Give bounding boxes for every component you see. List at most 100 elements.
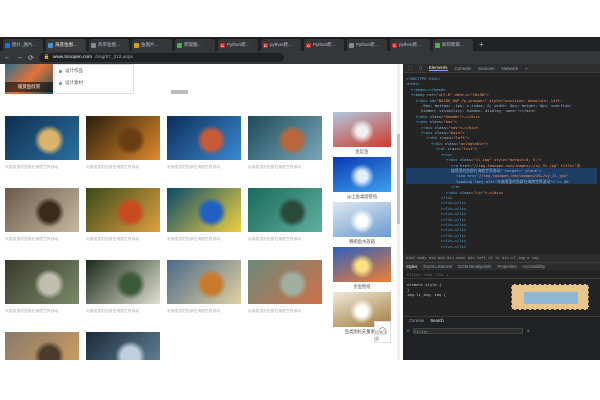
- dom-attr: class=: [442, 140, 459, 146]
- related-image-caption[interactable]: 鱼缸鱼: [333, 147, 391, 157]
- dom-node-line[interactable]: ▸<li>…</li>: [406, 244, 597, 249]
- grid-image[interactable]: [167, 188, 241, 232]
- dom-tree: <!DOCTYPE html> <html> ▸<head>…</head> ▾<bo…: [403, 74, 600, 252]
- clear-console-icon[interactable]: ⊘: [407, 328, 409, 333]
- dom-attr: hidden; visibility: hidden; display: non…: [421, 108, 536, 114]
- dom-val: "cl_img" style="margin:0; 5;">: [473, 157, 543, 163]
- grid-image[interactable]: [248, 116, 322, 160]
- dom-tag: ▾<li>: [441, 151, 453, 157]
- back-icon[interactable]: ←: [4, 54, 11, 61]
- dom-attr: class=: [427, 113, 444, 119]
- grid-image-caption[interactable]: 水族馆里的鱼群在海底世界游动: [248, 237, 322, 242]
- grid-image-caption[interactable]: 水族馆里的鱼群在海底世界游动: [248, 309, 322, 314]
- related-image-caption[interactable]: 金鱼壁纸: [333, 282, 391, 292]
- grid-image[interactable]: [86, 260, 160, 304]
- related-image[interactable]: [333, 157, 391, 192]
- console-tab[interactable]: Search: [430, 317, 443, 325]
- grid-image[interactable]: [5, 116, 79, 160]
- dom-val: "box">: [443, 119, 458, 125]
- browser-tab[interactable]: 海底鱼图…: [46, 39, 86, 51]
- grid-image[interactable]: [167, 116, 241, 160]
- devtools-tab[interactable]: Elements: [428, 65, 448, 71]
- devtools-tab[interactable]: Console: [455, 66, 472, 71]
- browser-tab[interactable]: 如何爬取…: [433, 39, 473, 51]
- page-scrollbar-thumb[interactable]: [397, 134, 400, 224]
- grid-image[interactable]: [5, 260, 79, 304]
- address-bar[interactable]: 🔒 www.tooopen.com /img/87_312.aspx: [38, 53, 284, 62]
- grid-image[interactable]: [5, 188, 79, 232]
- dom-val: "tit">…</div>: [473, 189, 504, 195]
- gear-icon[interactable]: ⚙: [527, 328, 529, 333]
- browser-tab[interactable]: C Python爬…: [218, 39, 258, 51]
- page-scrollbar[interactable]: [397, 64, 400, 360]
- grid-image-caption[interactable]: 水族馆里的鱼群在海底世界游动: [5, 237, 79, 242]
- grid-image[interactable]: [86, 332, 160, 360]
- console-tab[interactable]: Console: [409, 317, 424, 325]
- grid-image[interactable]: [86, 188, 160, 232]
- related-image[interactable]: [333, 247, 391, 282]
- dropdown-handle[interactable]: [171, 90, 188, 94]
- console-filter-row: ⊘ Filter ⚙: [407, 326, 596, 335]
- grid-image-caption[interactable]: 水族馆里的鱼群在海底世界游动: [5, 309, 79, 314]
- browser-tab[interactable]: 热带鱼图…: [89, 39, 129, 51]
- grid-image-caption[interactable]: 水族馆里的鱼群在海底世界游动: [248, 165, 322, 170]
- grid-image-caption[interactable]: 水族馆里的鱼群在海底世界游动: [86, 309, 160, 314]
- dom-tag: ▸<li>…</li>: [441, 221, 467, 227]
- browser-tab[interactable]: C Python爬…: [304, 39, 344, 51]
- browser-tab[interactable]: 鱼图片…: [132, 39, 172, 51]
- dom-tag: <!DOCTYPE html>: [406, 76, 441, 81]
- related-image[interactable]: [333, 202, 391, 237]
- dom-attr: class=: [445, 146, 462, 152]
- grid-image-caption[interactable]: 水族馆里的鱼群在海底世界游动: [86, 237, 160, 242]
- console-drawer: Console Search ⊘ Filter ⚙: [403, 316, 600, 360]
- styles-subtab[interactable]: Event Listeners: [423, 263, 452, 270]
- dom-val: "utf-8" data-v="10c98">: [436, 92, 489, 98]
- dropdown-item-label: 设计作品: [65, 68, 83, 73]
- dom-tag: ▸<li>…</li>: [441, 216, 467, 222]
- dom-tag: ▸<li>…</li>: [441, 238, 467, 244]
- device-icon[interactable]: ▯: [419, 65, 421, 71]
- styles-filter[interactable]: Filter :hov .cls +: [403, 271, 600, 279]
- reload-icon[interactable]: ⟳: [28, 54, 34, 62]
- browser-tab[interactable]: 图片_图片…: [3, 39, 43, 51]
- inspect-icon[interactable]: ⬚: [408, 65, 412, 71]
- back-to-top-button[interactable]: ︿ 回到顶部: [374, 321, 391, 343]
- related-image-caption[interactable]: xp上鱼桌面壁纸: [333, 192, 391, 202]
- grid-image[interactable]: [248, 188, 322, 232]
- browser-tab[interactable]: Cpython爬…: [390, 39, 430, 51]
- grid-image-caption[interactable]: 水族馆里的鱼群在海底世界游动: [167, 237, 241, 242]
- forward-icon[interactable]: →: [16, 54, 23, 61]
- related-image[interactable]: [333, 112, 391, 147]
- devtools-tab[interactable]: Network: [502, 66, 519, 71]
- dom-attr: src=: [465, 173, 477, 179]
- grid-image[interactable]: [86, 116, 160, 160]
- new-tab-button[interactable]: +: [479, 39, 484, 51]
- grid-image-caption[interactable]: 水族馆里的鱼群在海底世界游动: [86, 165, 160, 170]
- styles-subtab[interactable]: Accessibility: [522, 263, 545, 270]
- browser-tab[interactable]: Python爬…: [347, 39, 387, 51]
- grid-image-caption[interactable]: 水族馆里的鱼群在海底世界游动: [167, 165, 241, 170]
- dom-tag: ▸<a: [451, 162, 458, 168]
- box-model: [511, 284, 589, 310]
- tab-favicon-icon: C: [263, 42, 268, 48]
- styles-subtab[interactable]: Properties: [497, 263, 516, 270]
- related-image-caption[interactable]: 鹦鹉鱼水族箱: [333, 237, 391, 247]
- dom-attr: class=: [457, 189, 474, 195]
- grid-image[interactable]: [5, 332, 79, 360]
- dropdown-item[interactable]: 设计作品: [55, 65, 133, 77]
- browser-tab[interactable]: Cpython爬…: [261, 39, 301, 51]
- grid-image[interactable]: [167, 260, 241, 304]
- styles-subtab[interactable]: Styles: [406, 263, 417, 270]
- devtools-tab[interactable]: Sources: [478, 66, 495, 71]
- grid-image-caption[interactable]: 水族馆里的鱼群在海底世界游动: [167, 309, 241, 314]
- dom-tag: ▾<div: [446, 157, 458, 163]
- grid-image-caption[interactable]: 水族馆里的鱼群在海底世界游动: [5, 165, 79, 170]
- tab-favicon-icon: C: [306, 42, 311, 48]
- dropdown-item[interactable]: 设计素材: [55, 77, 133, 89]
- devtools-tab[interactable]: »: [525, 66, 528, 71]
- blank-area: [0, 360, 600, 400]
- styles-subtab[interactable]: DOM Breakpoints: [458, 263, 491, 270]
- grid-image[interactable]: [248, 260, 322, 304]
- browser-tab[interactable]: 爬取图…: [175, 39, 215, 51]
- console-filter-input[interactable]: Filter: [413, 327, 524, 334]
